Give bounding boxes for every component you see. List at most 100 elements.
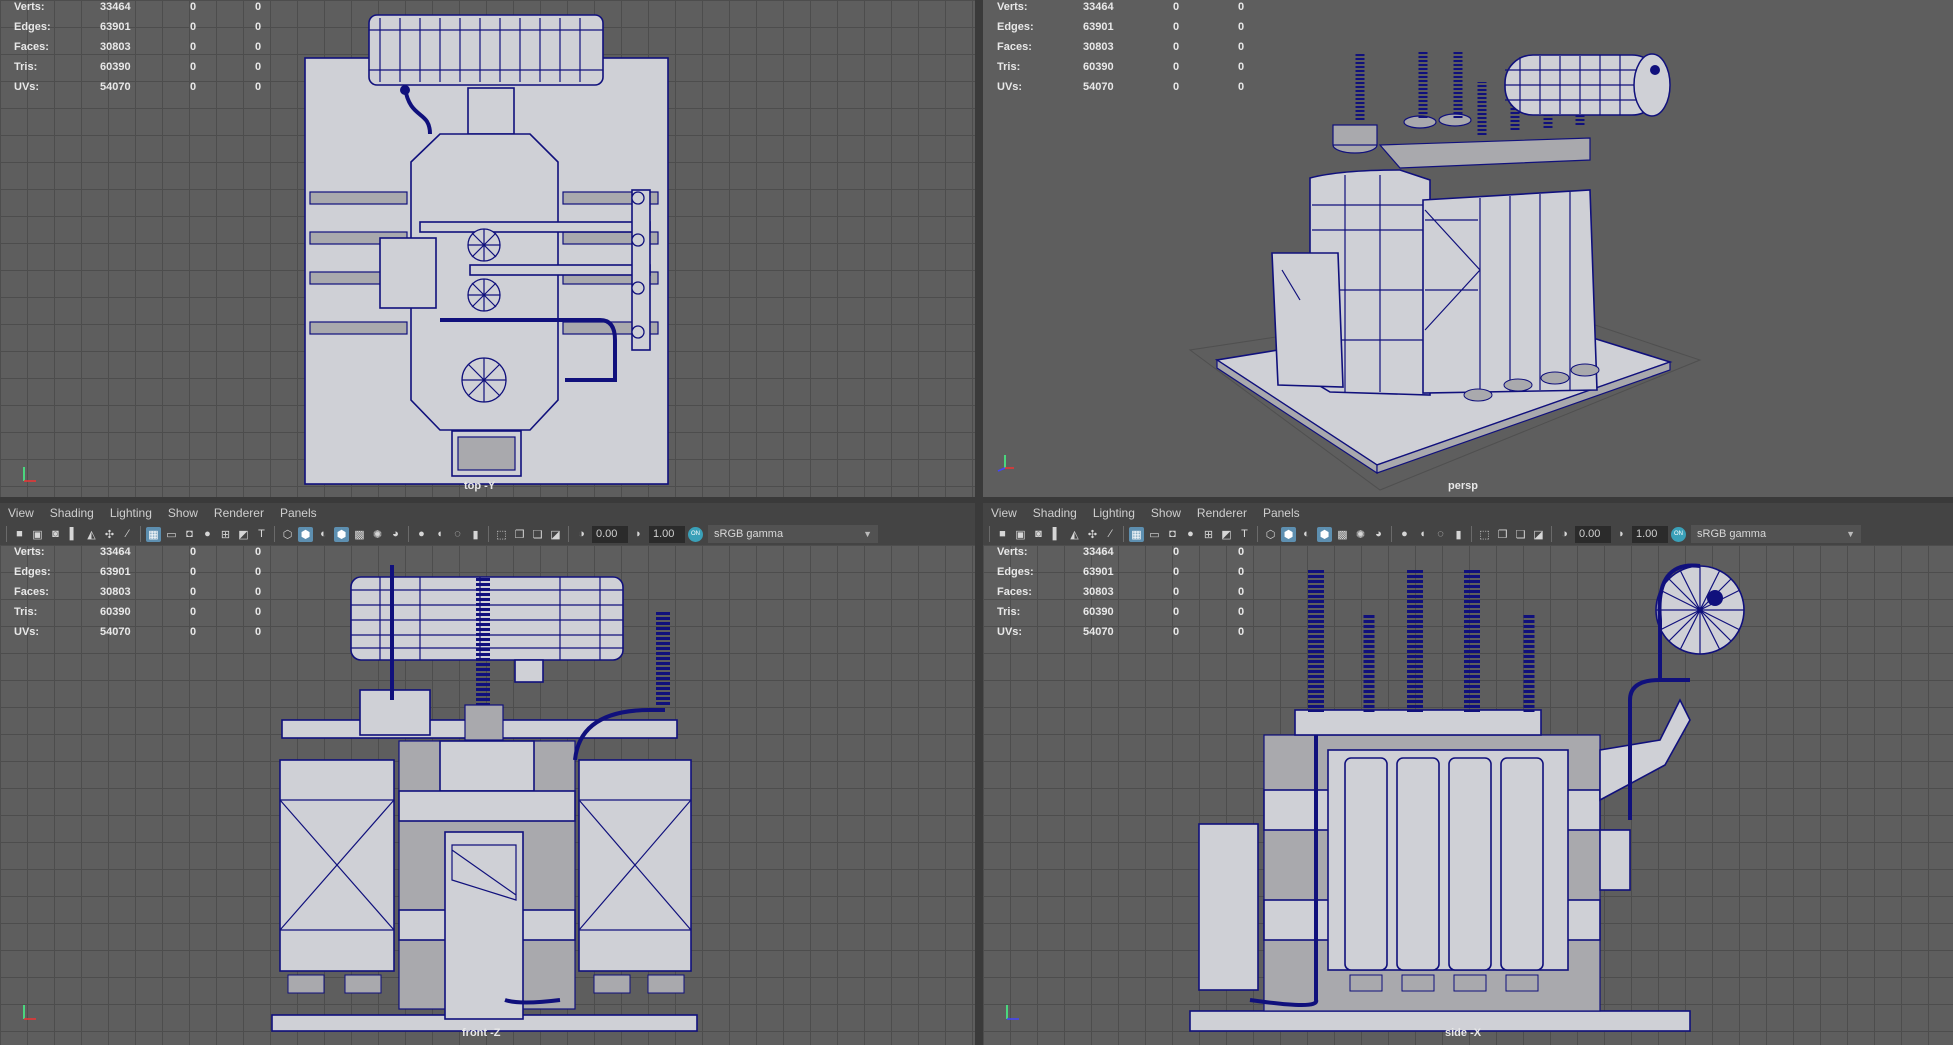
- pane-divider[interactable]: [975, 0, 983, 1045]
- anti-alias-icon[interactable]: ◌: [450, 527, 465, 542]
- transformer-front-view[interactable]: [0, 545, 975, 1045]
- xray-active-icon[interactable]: ❏: [530, 527, 545, 542]
- field-chart-icon[interactable]: ⊞: [1201, 527, 1216, 542]
- safe-action-icon[interactable]: ◩: [236, 527, 251, 542]
- gamma-input[interactable]: 1.00: [1632, 525, 1668, 543]
- xray-active-icon[interactable]: ❏: [1513, 527, 1528, 542]
- color-management-toggle[interactable]: ON: [1671, 526, 1686, 542]
- menu-panels[interactable]: Panels: [1255, 506, 1308, 520]
- safe-title-icon[interactable]: T: [1237, 527, 1252, 542]
- isolate-select-icon[interactable]: ⬚: [494, 527, 509, 542]
- menu-shading[interactable]: Shading: [1025, 506, 1085, 520]
- default-material-icon[interactable]: ◐: [316, 527, 331, 542]
- exposure-input[interactable]: 0.00: [1575, 525, 1611, 543]
- colorspace-dropdown[interactable]: sRGB gamma ▼: [1691, 525, 1861, 543]
- wireframe-on-shaded-icon[interactable]: ⬢: [334, 526, 349, 542]
- menu-show[interactable]: Show: [160, 506, 206, 520]
- viewport-persp[interactable]: Verts: 33464 0 0 Edges: 63901 0 0 Faces: 30803 0 0 T…: [983, 0, 1953, 497]
- lights-icon[interactable]: ✺: [1353, 527, 1368, 542]
- transformer-side-view[interactable]: [983, 545, 1953, 1045]
- wireframe-icon[interactable]: ⬡: [280, 527, 295, 542]
- xray-icon[interactable]: ▩: [352, 527, 367, 542]
- stats-extra: 0: [1238, 61, 1245, 73]
- stats-selected: 0: [190, 1, 197, 13]
- isolate-select-icon[interactable]: ⬚: [1477, 527, 1492, 542]
- lights-icon[interactable]: ✺: [370, 527, 385, 542]
- pivot-icon[interactable]: ✣: [1085, 527, 1100, 542]
- motion-blur-icon[interactable]: ◖: [432, 527, 447, 542]
- viewport-top[interactable]: Verts: 33464 0 0 Edges: 63901 0 0 Faces: 30803 0 0 T…: [0, 0, 975, 497]
- camera-lock-icon[interactable]: ▣: [1013, 527, 1028, 542]
- bookmark-icon[interactable]: ▌: [1049, 527, 1064, 542]
- menu-renderer[interactable]: Renderer: [206, 506, 272, 520]
- menu-show[interactable]: Show: [1143, 506, 1189, 520]
- menu-panels[interactable]: Panels: [272, 506, 325, 520]
- camera-attr-icon[interactable]: ◙: [1031, 527, 1046, 542]
- xray-joints-icon[interactable]: ❐: [512, 527, 527, 542]
- default-material-icon[interactable]: ◐: [1299, 527, 1314, 542]
- paint-icon[interactable]: ⁄: [1103, 527, 1118, 542]
- viewport-label: persp: [1448, 480, 1478, 492]
- smooth-shade-icon[interactable]: ⬢: [298, 526, 313, 542]
- transformer-persp-view[interactable]: [983, 0, 1953, 497]
- image-plane-icon[interactable]: ◭: [84, 527, 99, 542]
- xray-icon[interactable]: ▩: [1335, 527, 1350, 542]
- paint-icon[interactable]: ⁄: [120, 527, 135, 542]
- backface-icon[interactable]: ◪: [548, 527, 563, 542]
- shadows-icon[interactable]: ◕: [1371, 527, 1386, 542]
- field-chart-icon[interactable]: ⊞: [218, 527, 233, 542]
- xray-joints-icon[interactable]: ❐: [1495, 527, 1510, 542]
- film-gate-icon[interactable]: ▭: [1147, 527, 1162, 542]
- toolbar-separator: [488, 526, 489, 542]
- grid-icon[interactable]: ▦: [146, 526, 161, 542]
- motion-blur-icon[interactable]: ◖: [1415, 527, 1430, 542]
- colorspace-dropdown[interactable]: sRGB gamma ▼: [708, 525, 878, 543]
- gamma-input[interactable]: 1.00: [649, 525, 685, 543]
- gamma-icon[interactable]: ◗: [631, 527, 646, 542]
- shadows-icon[interactable]: ◕: [388, 527, 403, 542]
- stats-extra: 0: [1238, 41, 1245, 53]
- gate-mask-icon[interactable]: ●: [1183, 527, 1198, 542]
- menu-view[interactable]: View: [983, 506, 1025, 520]
- camera-attr-icon[interactable]: ◙: [48, 527, 63, 542]
- menu-shading[interactable]: Shading: [42, 506, 102, 520]
- color-management-toggle[interactable]: ON: [688, 526, 703, 542]
- film-gate-icon[interactable]: ▭: [164, 527, 179, 542]
- safe-action-icon[interactable]: ◩: [1219, 527, 1234, 542]
- camera-icon[interactable]: ■: [995, 527, 1010, 542]
- ambient-occlusion-icon[interactable]: ●: [1397, 527, 1412, 542]
- resolution-gate-icon[interactable]: ◘: [1165, 527, 1180, 542]
- wireframe-icon[interactable]: ⬡: [1263, 527, 1278, 542]
- pivot-icon[interactable]: ✣: [102, 527, 117, 542]
- gate-mask-icon[interactable]: ●: [200, 527, 215, 542]
- camera-lock-icon[interactable]: ▣: [30, 527, 45, 542]
- stats-extra: 0: [1238, 586, 1245, 598]
- wireframe-on-shaded-icon[interactable]: ⬢: [1317, 526, 1332, 542]
- exposure-icon[interactable]: ◑: [574, 527, 589, 542]
- image-plane-icon[interactable]: ◭: [1067, 527, 1082, 542]
- stats-extra: 0: [1238, 606, 1245, 618]
- exposure-input[interactable]: 0.00: [592, 525, 628, 543]
- grid-icon[interactable]: ▦: [1129, 526, 1144, 542]
- viewport-side[interactable]: Verts: 33464 0 0 Edges: 63901 0 0 Faces: 30803 0 0 T…: [983, 545, 1953, 1045]
- resolution-gate-icon[interactable]: ◘: [182, 527, 197, 542]
- menu-view[interactable]: View: [0, 506, 42, 520]
- bookmark-icon[interactable]: ▌: [66, 527, 81, 542]
- smooth-shade-icon[interactable]: ⬢: [1281, 526, 1296, 542]
- exposure-icon[interactable]: ◑: [1557, 527, 1572, 542]
- ambient-occlusion-icon[interactable]: ●: [414, 527, 429, 542]
- stats-label: Edges:: [14, 21, 51, 33]
- depth-of-field-icon[interactable]: ▮: [1451, 527, 1466, 542]
- anti-alias-icon[interactable]: ◌: [1433, 527, 1448, 542]
- menu-lighting[interactable]: Lighting: [102, 506, 160, 520]
- gamma-icon[interactable]: ◗: [1614, 527, 1629, 542]
- stats-selected: 0: [190, 81, 197, 93]
- depth-of-field-icon[interactable]: ▮: [468, 527, 483, 542]
- menu-renderer[interactable]: Renderer: [1189, 506, 1255, 520]
- menu-lighting[interactable]: Lighting: [1085, 506, 1143, 520]
- viewport-front[interactable]: Verts: 33464 0 0 Edges: 63901 0 0 Faces: 30803 0 0 T…: [0, 545, 975, 1045]
- backface-icon[interactable]: ◪: [1531, 527, 1546, 542]
- safe-title-icon[interactable]: T: [254, 527, 269, 542]
- transformer-top-view[interactable]: [0, 0, 975, 497]
- camera-icon[interactable]: ■: [12, 527, 27, 542]
